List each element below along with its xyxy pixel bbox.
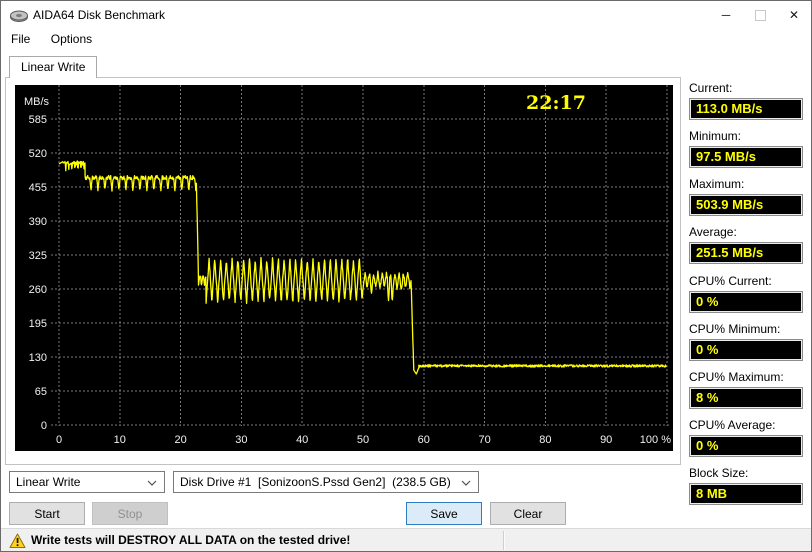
tab-linear-write[interactable]: Linear Write [9,56,98,78]
svg-text:455: 455 [29,182,47,194]
status-message: Write tests will DESTROY ALL DATA on the… [31,533,351,547]
stat-label: Minimum: [689,129,742,143]
svg-text:0: 0 [41,420,47,432]
svg-text:585: 585 [29,114,47,126]
svg-text:520: 520 [29,148,47,160]
stat-value-box: 0 % [689,291,803,313]
svg-text:60: 60 [418,434,430,446]
svg-text:70: 70 [478,434,490,446]
svg-text:100 %: 100 % [640,434,671,446]
menubar: File Options [1,29,811,49]
stop-button: Stop [92,502,168,525]
svg-text:0: 0 [56,434,62,446]
svg-text:195: 195 [29,318,47,330]
stat-minimum: Minimum: 97.5 MB/s [689,129,803,168]
svg-text:22:17: 22:17 [526,92,586,114]
svg-text:65: 65 [35,386,47,398]
svg-text:20: 20 [174,434,186,446]
stat-cpu-average: CPU% Average: 0 % [689,418,803,457]
stat-label: CPU% Current: [689,274,772,288]
stat-cpu-maximum: CPU% Maximum: 8 % [689,370,803,409]
maximize-button [743,1,777,29]
titlebar: AIDA64 Disk Benchmark ─ ✕ [1,1,811,29]
chevron-down-icon [147,480,157,486]
svg-text:40: 40 [296,434,308,446]
close-button[interactable]: ✕ [777,1,811,29]
stat-label: Current: [689,81,733,95]
stat-label: CPU% Minimum: [689,322,781,336]
stat-label: Maximum: [689,177,745,191]
stat-cpu-current: CPU% Current: 0 % [689,274,803,313]
stat-label: Block Size: [689,466,749,480]
svg-text:50: 50 [357,434,369,446]
start-button[interactable]: Start [9,502,85,525]
chart-canvas: 585 520 455 390 325 260 195 130 65 0 MB/s 0 10 20 30 40… [24,85,671,446]
drive-value: Disk Drive #1 [SonizoonS.Pssd Gen2] (238… [180,475,451,489]
svg-text:30: 30 [235,434,247,446]
chevron-down-icon [461,480,471,486]
window-controls: ─ ✕ [709,1,811,29]
app-icon [9,6,29,24]
warning-icon [9,533,26,548]
stat-value-box: 0 % [689,339,803,361]
menu-file[interactable]: File [3,29,38,49]
svg-text:260: 260 [29,284,47,296]
stat-average: Average: 251.5 MB/s [689,225,803,264]
stat-value: 8 MB [696,486,728,501]
svg-text:90: 90 [600,434,612,446]
drive-select[interactable]: Disk Drive #1 [SonizoonS.Pssd Gen2] (238… [173,471,479,493]
stat-block-size: Block Size: 8 MB [689,466,803,505]
stat-label: CPU% Average: [689,418,776,432]
stat-cpu-minimum: CPU% Minimum: 0 % [689,322,803,361]
stat-value: 97.5 MB/s [696,149,756,164]
test-type-value: Linear Write [16,475,81,489]
stat-value: 503.9 MB/s [696,197,764,212]
app-window: AIDA64 Disk Benchmark ─ ✕ File Options L… [0,0,812,552]
stat-value: 0 % [696,294,719,309]
svg-text:80: 80 [539,434,551,446]
stat-label: CPU% Maximum: [689,370,784,384]
stat-label: Average: [689,225,737,239]
stat-value-box: 113.0 MB/s [689,98,803,120]
stat-value-box: 503.9 MB/s [689,194,803,216]
statusbar-separator [503,531,505,550]
svg-text:10: 10 [114,434,126,446]
statusbar: Write tests will DESTROY ALL DATA on the… [1,528,811,551]
stat-value: 8 % [696,390,719,405]
stat-maximum: Maximum: 503.9 MB/s [689,177,803,216]
svg-text:130: 130 [29,352,47,364]
benchmark-chart: 585 520 455 390 325 260 195 130 65 0 MB/s 0 10 20 30 40… [15,85,673,451]
stat-value-box: 8 % [689,387,803,409]
stat-value-box: 8 MB [689,483,803,505]
stats-panel: Current: 113.0 MB/s Minimum: 97.5 MB/s M… [689,81,803,514]
stat-value: 113.0 MB/s [696,101,763,116]
svg-text:MB/s: MB/s [24,96,50,108]
tab-label: Linear Write [21,60,86,74]
stat-value-box: 251.5 MB/s [689,242,803,264]
stat-value: 0 % [696,342,719,357]
stat-value-box: 97.5 MB/s [689,146,803,168]
svg-text:325: 325 [29,250,47,262]
clear-button[interactable]: Clear [490,502,566,525]
window-title: AIDA64 Disk Benchmark [33,8,166,22]
stat-current: Current: 113.0 MB/s [689,81,803,120]
save-button[interactable]: Save [406,502,482,525]
stat-value-box: 0 % [689,435,803,457]
maximize-icon [754,10,766,22]
stat-value: 0 % [696,438,719,453]
test-type-select[interactable]: Linear Write [9,471,165,493]
minimize-button[interactable]: ─ [709,1,743,29]
menu-options[interactable]: Options [43,29,100,49]
stat-value: 251.5 MB/s [696,245,764,260]
svg-text:390: 390 [29,216,47,228]
